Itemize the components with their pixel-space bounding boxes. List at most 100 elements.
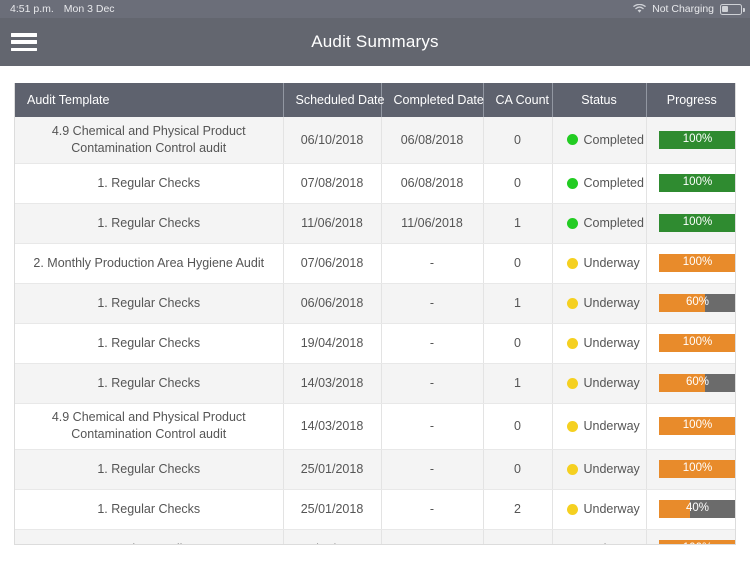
- cell-scheduled-date: 14/03/2018: [283, 403, 382, 450]
- cell-progress: 100%: [646, 449, 735, 490]
- status-time: 4:51 p.m.: [10, 3, 54, 15]
- audit-template-line: 1. Regular Checks: [97, 335, 201, 350]
- status-dot-icon: [566, 543, 578, 544]
- table-row[interactable]: 4.9 Chemical and Physical Product Contami…: [15, 403, 735, 450]
- cell-completed-date: -: [381, 363, 484, 404]
- column-header-ca-count[interactable]: CA Count: [483, 83, 553, 117]
- progress-bar: 100%: [658, 254, 735, 272]
- audit-summary-table: Audit Template Scheduled Date Completed …: [15, 83, 736, 545]
- audit-template-line: 2. Monthly Production Area Hygiene Audit: [33, 255, 265, 270]
- cell-progress: 40%: [646, 489, 735, 530]
- audit-template-line: 1. Regular Checks: [97, 295, 201, 310]
- cell-status: Underway: [552, 363, 647, 404]
- status-badge: Completed: [565, 176, 644, 190]
- cell-progress: 100%: [646, 243, 735, 284]
- cell-status: Underway: [552, 529, 647, 544]
- hamburger-bar: [11, 40, 37, 44]
- status-badge: Underway: [565, 336, 640, 350]
- cell-scheduled-date: 25/01/2018: [283, 489, 382, 530]
- cell-status: Underway: [552, 283, 647, 324]
- progress-bar: 100%: [658, 460, 735, 478]
- table-header-row: Audit Template Scheduled Date Completed …: [15, 83, 735, 117]
- wifi-icon: [633, 4, 646, 14]
- audit-template-line: Contamination Control audit: [71, 140, 227, 155]
- status-badge: Completed: [565, 216, 644, 230]
- status-dot-icon: [566, 377, 578, 389]
- status-label: Underway: [583, 256, 640, 270]
- cell-audit-template: 1. Regular Checks: [15, 363, 284, 404]
- cell-audit-template: 1. Regular Checks: [15, 283, 284, 324]
- status-dot-icon: [566, 503, 578, 515]
- table-header: Audit Template Scheduled Date Completed …: [15, 83, 735, 117]
- audit-template-line: Contamination Control audit: [71, 427, 227, 441]
- page-content: Audit Template Scheduled Date Completed …: [0, 66, 750, 562]
- table-row[interactable]: 1. Regular Checks 07/08/2018 06/08/2018 0 Co…: [15, 163, 735, 204]
- status-badge: Underway: [565, 419, 640, 433]
- table-row[interactable]: 1. Regular Checks 25/01/2018-2 Underway 40%: [15, 489, 735, 530]
- status-dot-icon: [566, 177, 578, 189]
- cell-progress: 60%: [646, 283, 735, 324]
- status-label: Underway: [583, 462, 640, 476]
- table-row[interactable]: 4.9 Chemical and Physical Product Contami…: [15, 117, 735, 164]
- cell-audit-template: 2. Monthly Production Area Hygiene Audit: [15, 243, 284, 284]
- status-badge: Underway: [565, 256, 640, 270]
- progress-label: 100%: [659, 540, 736, 545]
- status-badge: Underway: [565, 462, 640, 476]
- cell-audit-template: 4.9 Chemical and Physical Product Contami…: [15, 117, 284, 164]
- progress-label: 40%: [685, 502, 710, 515]
- progress-bar: 100%: [658, 214, 735, 232]
- cell-audit-template: 1. Regular Checks: [15, 449, 284, 490]
- progress-label: 100%: [682, 256, 713, 269]
- audit-template-line: 4.9 Chemical and Physical Product: [51, 123, 246, 138]
- cell-scheduled-date: 07/08/2018: [283, 163, 382, 204]
- cell-audit-template: 1. Regular Checks: [15, 489, 284, 530]
- column-header-audit-template[interactable]: Audit Template: [15, 83, 284, 117]
- column-header-status[interactable]: Status: [552, 83, 647, 117]
- hamburger-menu-icon[interactable]: [10, 31, 38, 53]
- progress-label: 100%: [682, 462, 713, 475]
- cell-ca-count: 0: [483, 117, 553, 164]
- cell-completed-date: 06/08/2018: [381, 163, 484, 204]
- column-header-completed-date[interactable]: Completed Date: [381, 83, 484, 117]
- charging-status-label: Not Charging: [652, 3, 714, 15]
- cell-status: Completed: [552, 117, 647, 164]
- table-row[interactable]: 1. Regular Checks 19/04/2018-0 Underway 100…: [15, 323, 735, 364]
- table-row[interactable]: 1. Regular Checks 11/06/2018 11/06/2018 1 Co…: [15, 203, 735, 244]
- table-row[interactable]: 2. Monthly Production Area Hygiene Audit…: [15, 243, 735, 284]
- table-row[interactable]: A Glass Audit 25/01/2018-0 Underway 100%: [15, 529, 736, 545]
- column-header-scheduled-date[interactable]: Scheduled Date: [283, 83, 384, 117]
- progress-bar: 100%: [658, 130, 735, 149]
- table-row[interactable]: 1. Regular Checks 06/06/2018-1 Underway 60%: [15, 283, 735, 324]
- battery-icon: [720, 3, 745, 15]
- status-badge: Underway: [565, 376, 640, 390]
- table-row[interactable]: 1. Regular Checks 14/03/2018-1 Underway 60%: [15, 363, 735, 404]
- table-row[interactable]: 1. Regular Checks 25/01/2018-0 Underway 100…: [15, 449, 735, 490]
- status-badge: Underway: [565, 502, 640, 516]
- cell-ca-count: 1: [483, 203, 553, 244]
- audit-template-line: 1. Regular Checks: [97, 461, 201, 476]
- status-label: Underway: [583, 419, 640, 433]
- cell-audit-template: A Glass Audit: [15, 529, 284, 544]
- cell-progress: 100%: [646, 529, 736, 545]
- cell-status: Underway: [552, 323, 647, 364]
- progress-bar: 40%: [658, 500, 735, 518]
- progress-label: 100%: [682, 176, 713, 189]
- cell-ca-count: 2: [483, 489, 553, 530]
- cell-scheduled-date: 14/03/2018: [283, 363, 382, 404]
- audit-summary-table-container[interactable]: Audit Template Scheduled Date Completed …: [14, 83, 736, 545]
- status-bar: 4:51 p.m. Mon 3 Dec Not Charging: [0, 0, 750, 18]
- cell-progress: 60%: [646, 363, 735, 404]
- audit-template-line: 1. Regular Checks: [97, 215, 201, 230]
- cell-completed-date: 11/06/2018: [381, 203, 484, 244]
- status-dot-icon: [566, 297, 578, 309]
- progress-bar: 60%: [658, 294, 735, 312]
- progress-label: 100%: [682, 133, 713, 145]
- status-date: Mon 3 Dec: [63, 3, 115, 15]
- column-header-progress[interactable]: Progress: [646, 83, 735, 117]
- cell-scheduled-date: 06/10/2018: [283, 117, 382, 164]
- app-bar: Audit Summarys: [0, 18, 750, 66]
- cell-ca-count: 0: [483, 323, 553, 364]
- cell-status: Underway: [552, 449, 647, 490]
- cell-audit-template: 4.9 Chemical and Physical Product Contami…: [15, 403, 284, 450]
- progress-label: 100%: [682, 336, 713, 349]
